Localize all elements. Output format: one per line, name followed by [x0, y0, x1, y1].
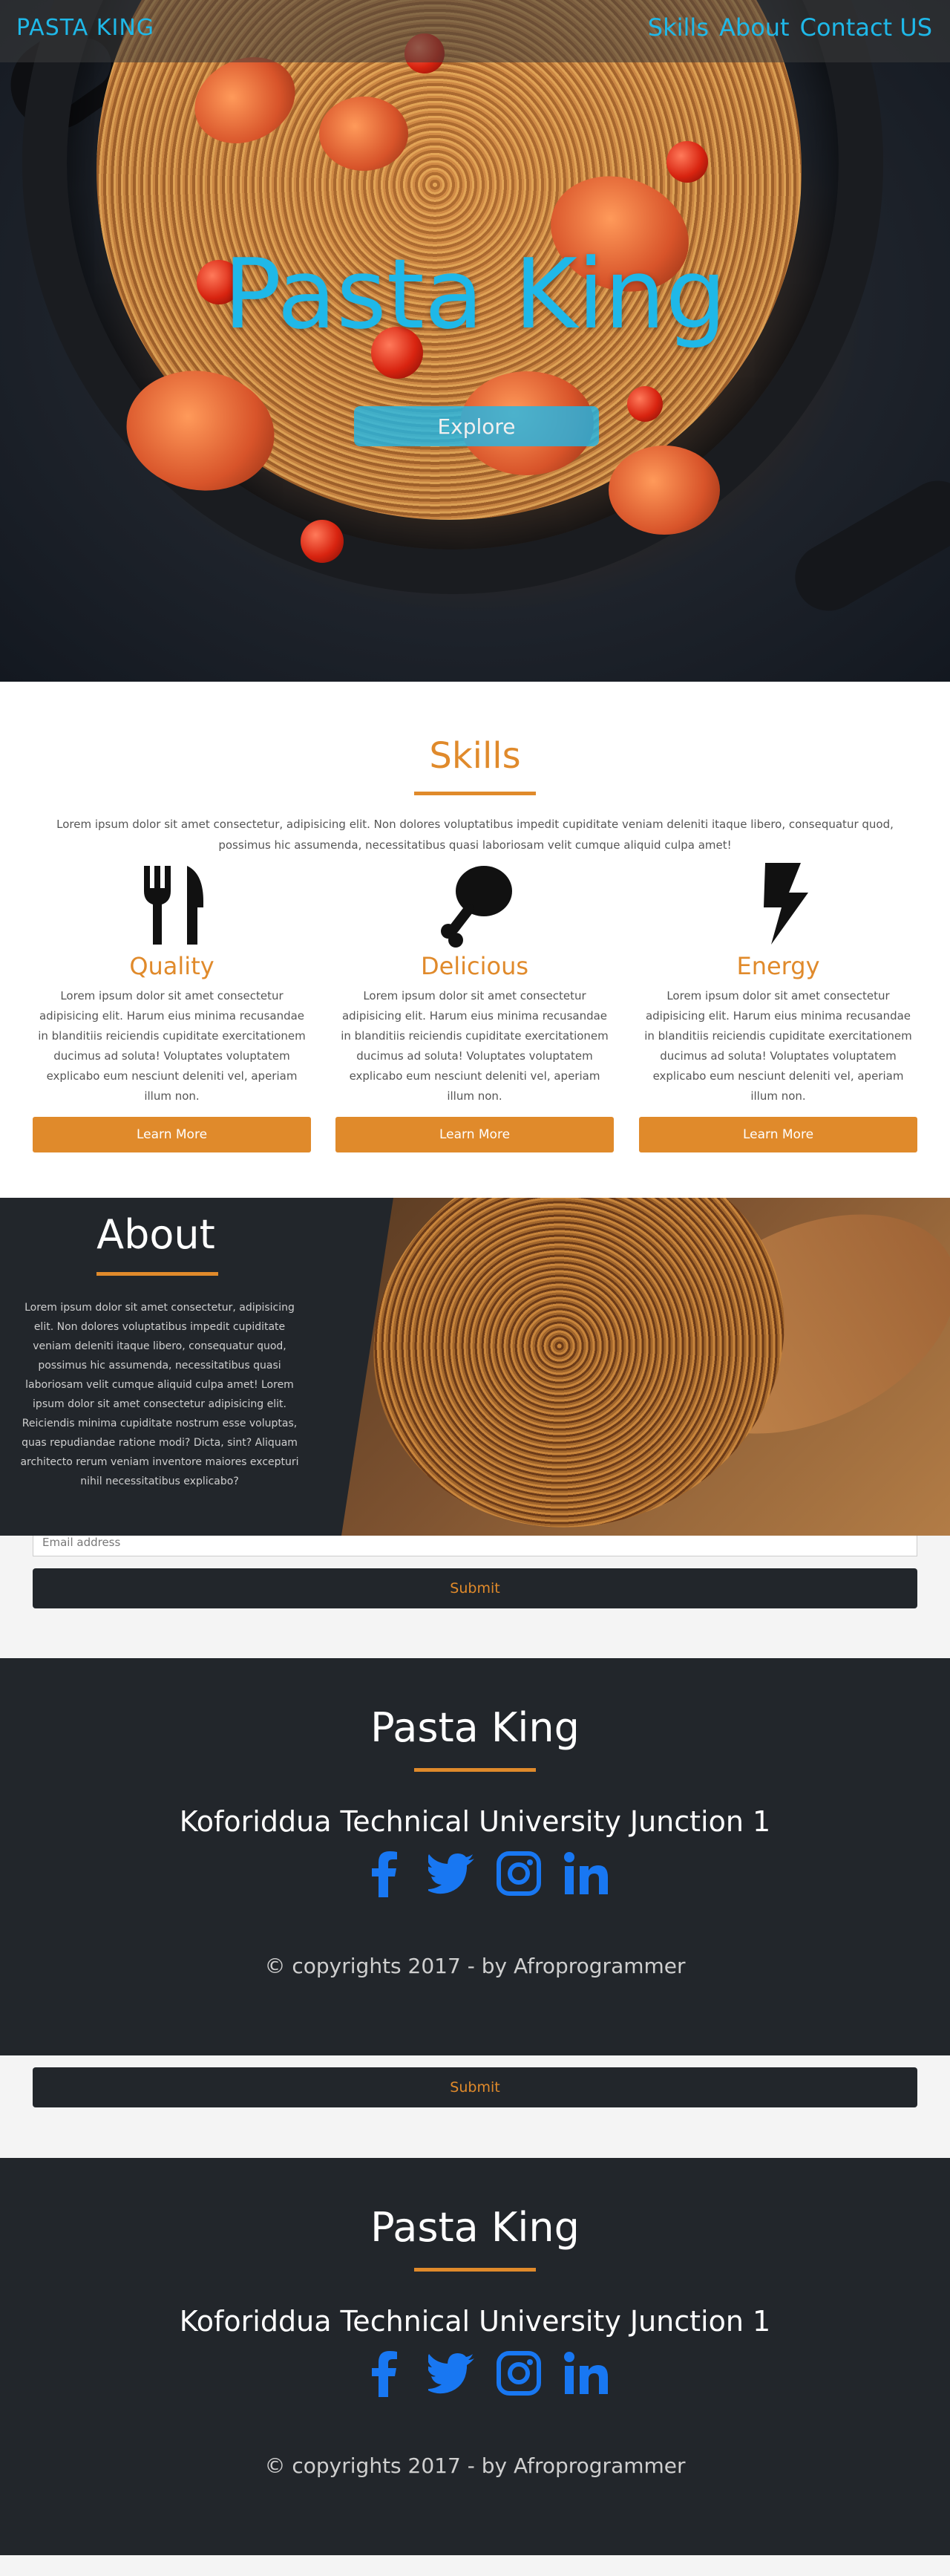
nav-links: Skills About Contact US [648, 13, 932, 42]
copyright-text: © copyrights 2017 - by Afroprogrammer [264, 2453, 686, 2478]
skill-title: Quality [129, 952, 214, 980]
facebook-icon[interactable] [361, 1850, 409, 1897]
subscribe-section: Submit [0, 2055, 950, 2158]
about-section: About Lorem ipsum dolor sit amet consect… [0, 1198, 950, 1536]
lightning-bolt-icon [734, 860, 823, 948]
about-title: About [96, 1211, 215, 1258]
page: Pasta King Explore PASTA KING Skills Abo… [0, 0, 950, 2576]
skills-section: Skills Lorem ipsum dolor sit amet consec… [0, 682, 950, 1198]
navbar: PASTA KING Skills About Contact US [0, 0, 950, 62]
copyright-text: © copyrights 2017 - by Afroprogrammer [264, 1954, 686, 1978]
drumstick-icon [430, 860, 520, 948]
nav-link-contact[interactable]: Contact US [800, 13, 932, 42]
skill-title: Delicious [420, 952, 529, 980]
hero-section: Pasta King Explore [0, 0, 950, 682]
submit-button[interactable]: Submit [33, 1568, 917, 1608]
learn-more-button[interactable]: Learn More [335, 1117, 614, 1152]
shrimp-decoration [319, 97, 408, 171]
noodles-image [341, 1198, 838, 1536]
skills-title-underline [414, 792, 536, 795]
skill-card-energy: Energy Lorem ipsum dolor sit amet consec… [639, 860, 917, 1152]
skills-intro: Lorem ipsum dolor sit amet consectetur, … [56, 818, 894, 852]
facebook-icon[interactable] [361, 2350, 409, 2397]
footer: Pasta King Koforiddua Technical Universi… [0, 2158, 950, 2555]
twitter-icon[interactable] [425, 2350, 476, 2397]
tomato-decoration [627, 386, 663, 422]
footer-address: Koforiddua Technical University Junction… [179, 2305, 771, 2338]
linkedin-icon[interactable] [562, 1850, 609, 1897]
about-text: Lorem ipsum dolor sit amet consectetur, … [20, 1302, 299, 1487]
footer: Pasta King Koforiddua Technical Universi… [0, 1658, 950, 2055]
about-title-underline [96, 1272, 218, 1276]
brand-link[interactable]: PASTA KING [16, 15, 154, 41]
tomato-decoration [666, 141, 708, 183]
instagram-icon[interactable] [495, 2350, 543, 2397]
tomato-decoration [301, 520, 344, 563]
email-field[interactable]: Email address [33, 1536, 917, 1556]
skill-card-delicious: Delicious Lorem ipsum dolor sit amet con… [335, 860, 614, 1152]
about-image [341, 1198, 950, 1536]
footer-address: Koforiddua Technical University Junction… [179, 1805, 771, 1838]
footer-title-underline [414, 1768, 536, 1772]
pan-handle-right [782, 469, 950, 623]
skill-text: Lorem ipsum dolor sit amet consectetur a… [341, 989, 609, 1103]
hero-title: Pasta King [223, 238, 727, 350]
nav-link-skills[interactable]: Skills [648, 13, 709, 42]
skill-text: Lorem ipsum dolor sit amet consectetur a… [38, 989, 306, 1103]
nav-link-about[interactable]: About [719, 13, 790, 42]
learn-more-button[interactable]: Learn More [639, 1117, 917, 1152]
shrimp-decoration [609, 446, 720, 535]
submit-button[interactable]: Submit [33, 2067, 917, 2107]
twitter-icon[interactable] [425, 1850, 476, 1897]
explore-button[interactable]: Explore [354, 406, 599, 446]
subscribe-section: Email address Submit [0, 1536, 950, 1658]
social-links [361, 2350, 609, 2397]
fork-knife-icon [128, 860, 217, 948]
footer-title: Pasta King [370, 1704, 580, 1751]
instagram-icon[interactable] [495, 1850, 543, 1897]
social-links [361, 1850, 609, 1897]
skill-text: Lorem ipsum dolor sit amet consectetur a… [644, 989, 912, 1103]
footer-title: Pasta King [370, 2204, 580, 2251]
footer-title-underline [414, 2268, 536, 2272]
skill-title: Energy [736, 952, 820, 980]
skills-title: Skills [429, 735, 521, 777]
linkedin-icon[interactable] [562, 2350, 609, 2397]
skill-card-quality: Quality Lorem ipsum dolor sit amet conse… [33, 860, 311, 1152]
learn-more-button[interactable]: Learn More [33, 1117, 311, 1152]
